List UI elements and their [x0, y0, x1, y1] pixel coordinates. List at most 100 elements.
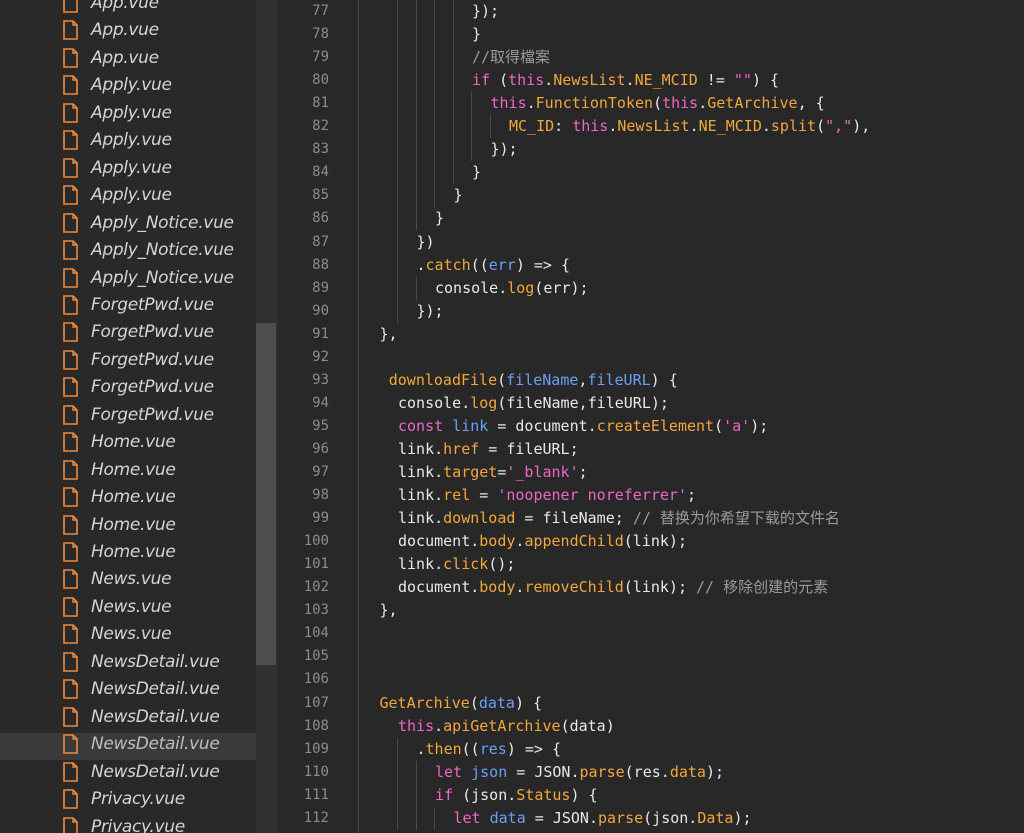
code-token: = document. — [488, 416, 597, 435]
file-item[interactable]: News.vue — [0, 623, 256, 650]
code-token: then — [425, 739, 462, 758]
indent-guide — [397, 207, 398, 231]
code-line[interactable]: 83}); — [278, 138, 1024, 162]
code-line[interactable]: 105 — [278, 645, 1024, 668]
code-line[interactable]: 106 — [278, 668, 1024, 691]
code-line[interactable]: 95 const link = document.createElement('a… — [278, 415, 1024, 438]
indent-guide — [415, 276, 417, 300]
file-item[interactable]: Home.vue — [0, 514, 256, 541]
code-line[interactable]: 111 if (json.Status) { — [278, 783, 1024, 807]
file-item[interactable]: NewsDetail.vue — [0, 651, 256, 678]
file-item[interactable]: NewsDetail.vue — [0, 706, 256, 733]
code-line[interactable]: 92 — [278, 346, 1024, 369]
file-item[interactable]: Privacy.vue — [0, 816, 256, 833]
file-item[interactable]: Apply_Notice.vue — [0, 239, 256, 266]
code-token: = JSON. — [507, 762, 580, 781]
code-text: //取得檔案 — [472, 46, 550, 69]
code-token: json — [471, 762, 508, 781]
code-token: NE_MCID — [698, 117, 762, 136]
code-line[interactable]: 87}) — [278, 230, 1024, 254]
code-line[interactable]: 99 link.download = fileName; // 替换为你希望下载的… — [278, 507, 1024, 530]
code-token: (link); — [623, 532, 687, 551]
code-line[interactable]: 94 console.log(fileName,fileURL); — [278, 392, 1024, 415]
code-line[interactable]: 90}); — [278, 299, 1024, 323]
file-item[interactable]: Home.vue — [0, 486, 256, 513]
file-item[interactable]: Apply.vue — [0, 129, 256, 156]
file-item[interactable]: Apply.vue — [0, 184, 256, 211]
file-item[interactable]: ForgetPwd.vue — [0, 349, 256, 376]
code-line[interactable]: 79 //取得檔案 — [278, 46, 1024, 70]
file-item[interactable]: Home.vue — [0, 459, 256, 486]
file-item[interactable]: ForgetPwd.vue — [0, 376, 256, 403]
file-item[interactable]: ForgetPwd.vue — [0, 321, 256, 348]
code-line[interactable]: 98 link.rel = 'noopener noreferrer'; — [278, 484, 1024, 507]
code-line[interactable]: 78} — [278, 23, 1024, 47]
code-line[interactable]: 112 let data = JSON.parse(json.Data); — [278, 806, 1024, 830]
file-name-label: NewsDetail.vue — [91, 679, 220, 700]
file-item[interactable]: App.vue — [0, 19, 256, 46]
code-token: ( — [653, 94, 663, 113]
code-line[interactable]: 82 MC_ID: this.NewsList.NE_MCID.split(","… — [278, 115, 1024, 139]
file-icon — [63, 789, 78, 809]
file-item[interactable]: Home.vue — [0, 541, 256, 568]
code-line[interactable]: 104 — [278, 622, 1024, 645]
file-icon — [63, 514, 78, 535]
code-line[interactable]: 102 document.body.removeChild(link); // 移… — [278, 576, 1024, 599]
indent-guide — [434, 184, 435, 208]
code-editor[interactable]: 77}); 78} 79//取得檔案 80 if (this.NewsList.NE_M… — [278, 0, 1024, 833]
code-line[interactable]: 84} — [278, 161, 1024, 185]
code-line[interactable]: 107 GetArchive(data) { — [278, 692, 1024, 715]
file-item[interactable]: Apply_Notice.vue — [0, 267, 256, 294]
file-item[interactable]: News.vue — [0, 596, 256, 623]
file-item[interactable]: ForgetPwd.vue — [0, 294, 256, 321]
code-line[interactable]: 81 this.FunctionToken(this.GetArchive, { — [278, 92, 1024, 116]
file-item[interactable]: Apply.vue — [0, 157, 256, 184]
code-token: }, — [379, 324, 398, 343]
code-line[interactable]: 110 let json = JSON.parse(res.data); — [278, 760, 1024, 784]
code-line[interactable]: 93 downloadFile(fileName,fileURL) { — [278, 369, 1024, 392]
code-line[interactable]: 108 this.apiGetArchive(data) — [278, 715, 1024, 738]
code-token: ) => { — [515, 255, 571, 274]
code-line[interactable]: 86} — [278, 207, 1024, 231]
code-line[interactable]: 100 document.body.appendChild(link); — [278, 530, 1024, 553]
code-text: if (this.NewsList.NE_MCID != "") { — [472, 69, 779, 92]
file-item[interactable]: App.vue — [0, 0, 256, 19]
file-name-label: Apply_Notice.vue — [91, 212, 234, 233]
code-line[interactable]: 89 console.log(err); — [278, 276, 1024, 300]
indent-guide — [397, 253, 398, 277]
indent-guide — [415, 69, 417, 93]
file-icon — [63, 816, 78, 833]
file-item[interactable]: NewsDetail.vue — [0, 678, 256, 705]
file-item[interactable]: Apply.vue — [0, 74, 256, 101]
file-item[interactable]: Home.vue — [0, 431, 256, 458]
code-token: console. — [398, 393, 471, 412]
sidebar-scrollbar-thumb[interactable] — [256, 323, 276, 665]
code-line[interactable]: 80 if (this.NewsList.NE_MCID != "") { — [278, 69, 1024, 93]
file-item[interactable]: NewsDetail.vue — [0, 761, 256, 788]
code-token: ), — [852, 117, 871, 136]
file-item[interactable]: NewsDetail.vue — [0, 733, 256, 761]
file-item[interactable]: Apply.vue — [0, 102, 256, 129]
code-line[interactable]: 91}, — [278, 323, 1024, 346]
file-item[interactable]: ForgetPwd.vue — [0, 404, 256, 431]
code-token: fileName — [506, 370, 579, 389]
file-item[interactable]: Apply_Notice.vue — [0, 212, 256, 239]
file-item[interactable]: App.vue — [0, 47, 256, 74]
code-line[interactable]: 97 link.target='_blank'; — [278, 461, 1024, 484]
indent-guide — [415, 207, 417, 231]
code-token: if — [472, 71, 491, 90]
code-text: } — [472, 23, 481, 46]
code-line[interactable]: 77}); — [278, 0, 1024, 23]
file-item[interactable]: News.vue — [0, 568, 256, 595]
file-icon — [63, 212, 78, 233]
code-line[interactable]: 96 link.href = fileURL; — [278, 438, 1024, 461]
code-line[interactable]: 103}, — [278, 599, 1024, 622]
code-line[interactable]: 101 link.click(); — [278, 553, 1024, 576]
code-line[interactable]: 85} — [278, 184, 1024, 208]
file-item[interactable]: Privacy.vue — [0, 788, 256, 815]
code-line[interactable]: 88 .catch((err) => { — [278, 253, 1024, 277]
indent-guide — [452, 46, 454, 70]
file-name-label: News.vue — [91, 596, 172, 617]
code-line[interactable]: 109 .then((res) => { — [278, 737, 1024, 761]
